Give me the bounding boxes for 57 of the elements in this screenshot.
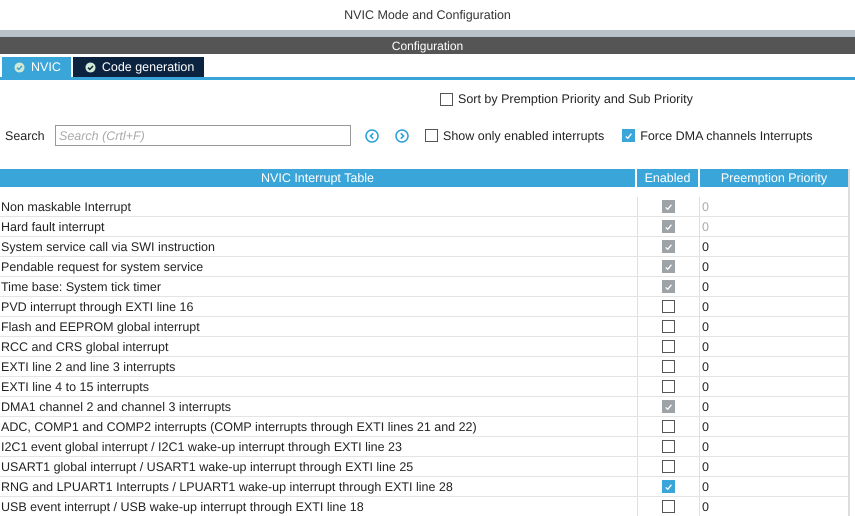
- tab[interactable]: Code generation: [72, 57, 204, 77]
- checkbox[interactable]: [662, 500, 675, 513]
- search-field[interactable]: Search (Crtl+F): [55, 125, 351, 146]
- table-cell-text: RNG and LPUART1 Interrupts / LPUART1 wake-up interrupt through EXTI line 28: [0, 478, 454, 496]
- table-cell-text: System service call via SWI instruction: [0, 238, 216, 256]
- table-cell-text: RCC and CRS global interrupt: [0, 338, 170, 356]
- checkbox[interactable]: [662, 420, 675, 433]
- table-cell-text: Time base: System tick timer: [0, 278, 162, 296]
- table-cell-text: 0: [701, 398, 710, 416]
- checkbox[interactable]: [662, 440, 675, 453]
- check-circle-icon: [84, 62, 96, 72]
- table-cell-text: 0: [701, 198, 710, 216]
- table-cell-text: USART1 global interrupt / USART1 wake-up interrupt through EXTI line 25: [0, 458, 414, 476]
- table-cell-text: 0: [701, 278, 710, 296]
- next-icon[interactable]: [395, 128, 409, 142]
- table-cell-text: 0: [701, 498, 710, 516]
- table-cell-text: USB event interrupt / USB wake-up interrupt through EXTI line 18: [0, 498, 365, 516]
- table-cell-text: 0: [701, 338, 710, 356]
- table-cell-text: 0: [701, 438, 710, 456]
- checkbox[interactable]: [662, 320, 675, 333]
- table-cell-text: 0: [701, 478, 710, 496]
- table-cell-text: DMA1 channel 2 and channel 3 interrupts: [0, 398, 232, 416]
- table-cell-text: 0: [701, 378, 710, 396]
- table-cell-text: 0: [701, 238, 710, 256]
- table-cell-text: EXTI line 4 to 15 interrupts: [0, 378, 150, 396]
- table-cell-text: 0: [701, 418, 710, 436]
- checkbox[interactable]: [662, 360, 675, 373]
- table-cell-text: 0: [701, 318, 710, 336]
- checkbox[interactable]: [662, 460, 675, 473]
- checkbox[interactable]: [662, 380, 675, 393]
- checkbox[interactable]: [662, 340, 675, 353]
- table-cell-text: Pendable request for system service: [0, 258, 204, 276]
- checkbox[interactable]: [440, 92, 453, 106]
- checkbox[interactable]: [622, 129, 636, 142]
- window-title: NVIC Mode and Configuration: [344, 8, 511, 22]
- column-header: Preemption Priority: [700, 169, 848, 187]
- check-circle-icon: [14, 62, 25, 72]
- table-cell-text: ADC, COMP1 and COMP2 interrupts (COMP interrupts through EXTI lines 21 and 22): [0, 418, 478, 436]
- table-cell-text: Non maskable Interrupt: [0, 198, 132, 216]
- column-header: NVIC Interrupt Table: [0, 169, 635, 187]
- table-cell-text: 0: [701, 458, 710, 476]
- table-cell-text: Hard fault interrupt: [0, 218, 106, 236]
- table-cell-text: EXTI line 2 and line 3 interrupts: [0, 358, 176, 376]
- column-header: Enabled: [637, 169, 698, 187]
- table-cell-text: I2C1 event global interrupt / I2C1 wake-up interrupt through EXTI line 23: [0, 438, 403, 456]
- table-cell-text: Flash and EEPROM global interrupt: [0, 318, 201, 336]
- table-cell-text: PVD interrupt through EXTI line 16: [0, 298, 194, 316]
- section-title: Configuration: [392, 38, 464, 52]
- checkbox[interactable]: [662, 300, 675, 313]
- table-cell-text: 0: [701, 358, 710, 376]
- previous-icon[interactable]: [365, 128, 379, 142]
- table-cell-text: 0: [701, 258, 710, 276]
- table-cell-text: 0: [701, 218, 710, 236]
- table-cell-text: 0: [701, 298, 710, 316]
- search-label: Search: [5, 128, 46, 142]
- checkbox[interactable]: [425, 129, 438, 142]
- checkbox[interactable]: [662, 480, 675, 493]
